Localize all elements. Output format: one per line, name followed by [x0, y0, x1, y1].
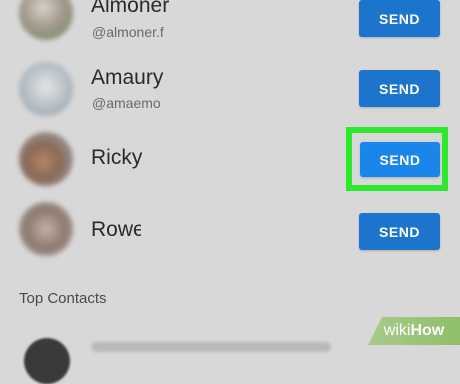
avatar	[19, 0, 73, 40]
contact-name-placeholder	[91, 342, 331, 352]
contact-handle: @almoner.f	[92, 24, 164, 40]
contact-name: Rowe	[91, 218, 141, 241]
contact-name: Almoner	[91, 0, 170, 17]
contact-name: Amaury	[91, 66, 164, 89]
contact-handle: @amaemo	[92, 95, 161, 111]
avatar	[19, 132, 73, 186]
avatar	[19, 62, 73, 116]
highlight-box	[346, 127, 448, 191]
send-button[interactable]: SEND	[359, 0, 440, 37]
avatar	[19, 202, 73, 256]
section-header-top-contacts: Top Contacts	[19, 290, 107, 307]
send-button[interactable]: SEND	[359, 70, 440, 107]
send-button[interactable]: SEND	[359, 213, 440, 250]
contact-name: Ricky	[91, 146, 143, 169]
wikihow-watermark: wiki How	[368, 317, 460, 345]
